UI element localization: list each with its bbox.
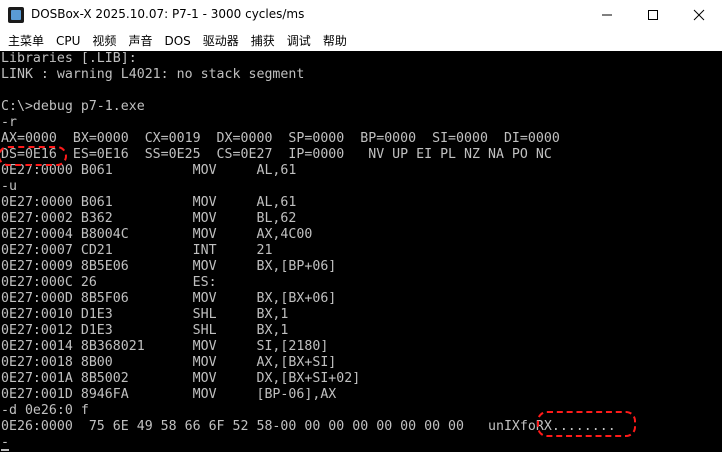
window-title: DOSBox-X 2025.10.07: P7-1 - 3000 cycles/… bbox=[31, 7, 305, 21]
menu-drive[interactable]: 驱动器 bbox=[197, 32, 245, 49]
minimize-button[interactable] bbox=[584, 0, 630, 30]
console-line: LINK : warning L4021: no stack segment bbox=[1, 67, 305, 82]
menu-help[interactable]: 帮助 bbox=[317, 32, 353, 49]
console-line: -u bbox=[1, 179, 17, 194]
console-line: 0E27:0012 D1E3 SHL BX,1 bbox=[1, 323, 289, 338]
dos-console[interactable]: Libraries [.LIB]: LINK : warning L4021: … bbox=[0, 51, 722, 452]
text-cursor bbox=[1, 449, 9, 451]
console-line: 0E27:0010 D1E3 SHL BX,1 bbox=[1, 307, 289, 322]
console-line: AX=0000 BX=0000 CX=0019 DX=0000 SP=0000 … bbox=[1, 131, 560, 146]
console-line: 0E27:0009 8B5E06 MOV BX,[BP+06] bbox=[1, 259, 337, 274]
console-line: 0E27:000D 8B5F06 MOV BX,[BX+06] bbox=[1, 291, 337, 306]
dosbox-app-icon bbox=[8, 7, 24, 23]
menu-main[interactable]: 主菜单 bbox=[0, 32, 50, 49]
console-line: DS=0E16 ES=0E16 SS=0E25 CS=0E27 IP=0000 … bbox=[1, 147, 552, 162]
title-bar: DOSBox-X 2025.10.07: P7-1 - 3000 cycles/… bbox=[0, 0, 722, 30]
menu-bar: 主菜单 CPU 视频 声音 DOS 驱动器 捕获 调试 帮助 bbox=[0, 30, 722, 51]
console-line: 0E27:0014 8B368021 MOV SI,[2180] bbox=[1, 339, 329, 354]
console-line: C:\>debug p7-1.exe bbox=[1, 99, 145, 114]
highlight-ds-register bbox=[0, 146, 67, 166]
console-line: 0E27:0000 B061 MOV AL,61 bbox=[1, 195, 297, 210]
console-line: -r bbox=[1, 115, 17, 130]
console-line: 0E27:001D 8946FA MOV [BP-06],AX bbox=[1, 387, 337, 402]
console-line: 0E26:0000 75 6E 49 58 66 6F 52 58-00 00 … bbox=[1, 419, 616, 434]
console-line: 0E27:0007 CD21 INT 21 bbox=[1, 243, 273, 258]
highlight-ascii-dump bbox=[537, 411, 636, 437]
console-line: -d 0e26:0 f bbox=[1, 403, 89, 418]
maximize-button[interactable] bbox=[630, 0, 676, 30]
console-line: 0E27:000C 26 ES: bbox=[1, 275, 217, 290]
menu-debug[interactable]: 调试 bbox=[281, 32, 317, 49]
menu-capture[interactable]: 捕获 bbox=[245, 32, 281, 49]
menu-sound[interactable]: 声音 bbox=[122, 32, 158, 49]
close-icon bbox=[693, 9, 705, 21]
console-line: 0E27:001A 8B5002 MOV DX,[BX+SI+02] bbox=[1, 371, 361, 386]
console-line: 0E27:0018 8B00 MOV AX,[BX+SI] bbox=[1, 355, 337, 370]
menu-cpu[interactable]: CPU bbox=[50, 34, 86, 48]
menu-video[interactable]: 视频 bbox=[86, 32, 122, 49]
console-line: 0E27:0002 B362 MOV BL,62 bbox=[1, 211, 297, 226]
console-line: Libraries [.LIB]: bbox=[1, 51, 137, 66]
menu-dos[interactable]: DOS bbox=[158, 34, 196, 48]
maximize-icon bbox=[648, 10, 658, 20]
minimize-icon bbox=[602, 14, 612, 16]
close-button[interactable] bbox=[676, 0, 722, 30]
console-line: 0E27:0004 B8004C MOV AX,4C00 bbox=[1, 227, 313, 242]
